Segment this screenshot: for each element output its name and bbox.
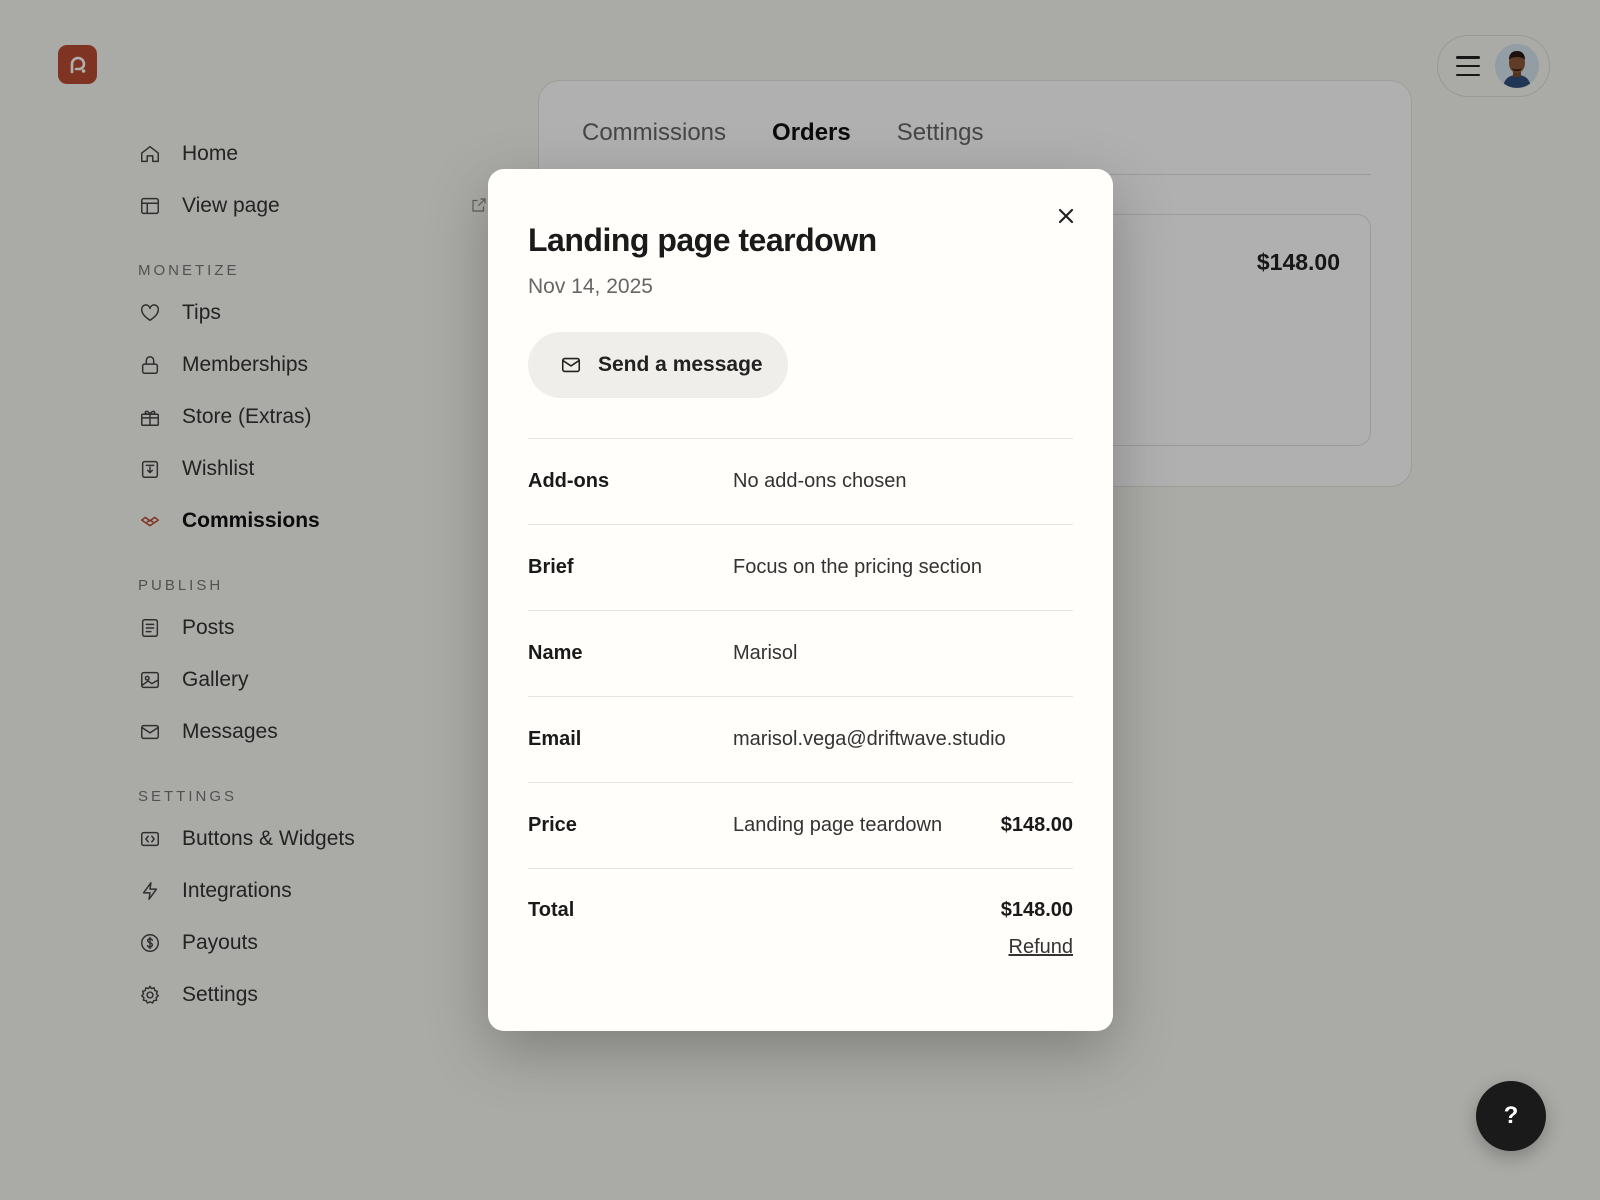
detail-value: Landing page teardown <box>733 814 943 836</box>
detail-row-name: Name Marisol <box>528 610 1073 696</box>
detail-value: Focus on the pricing section <box>733 556 983 578</box>
order-detail-modal: Landing page teardown Nov 14, 2025 Send … <box>488 169 1113 1031</box>
total-amount: $148.00 <box>1000 899 1073 921</box>
detail-row-email: Email marisol.vega@driftwave.studio <box>528 696 1073 782</box>
help-button[interactable]: ? <box>1476 1081 1546 1151</box>
detail-row-price: Price Landing page teardown $148.00 <box>528 782 1073 868</box>
detail-label: Email <box>528 728 582 750</box>
detail-row-brief: Brief Focus on the pricing section <box>528 524 1073 610</box>
modal-title: Landing page teardown <box>528 222 877 258</box>
detail-row-addons: Add-ons No add-ons chosen <box>528 438 1073 524</box>
detail-label: Name <box>528 642 583 664</box>
mail-icon <box>561 357 581 373</box>
detail-label: Total <box>528 899 575 921</box>
detail-label: Price <box>528 814 577 836</box>
detail-label: Add-ons <box>528 470 610 492</box>
close-icon[interactable] <box>1055 205 1077 227</box>
detail-label: Brief <box>528 556 574 578</box>
refund-link[interactable]: Refund <box>1009 936 1074 959</box>
detail-value: No add-ons chosen <box>733 470 907 492</box>
order-details: Add-ons No add-ons chosen Brief Focus on… <box>528 438 1073 959</box>
price-amount: $148.00 <box>1000 814 1073 836</box>
detail-value: Marisol <box>733 642 798 664</box>
detail-value: marisol.vega@driftwave.studio <box>733 728 1006 750</box>
detail-row-total: Total $148.00 Refund <box>528 868 1073 959</box>
send-message-label: Send a message <box>598 353 763 376</box>
order-date: Nov 14, 2025 <box>528 275 653 298</box>
send-message-button[interactable]: Send a message <box>528 332 788 398</box>
